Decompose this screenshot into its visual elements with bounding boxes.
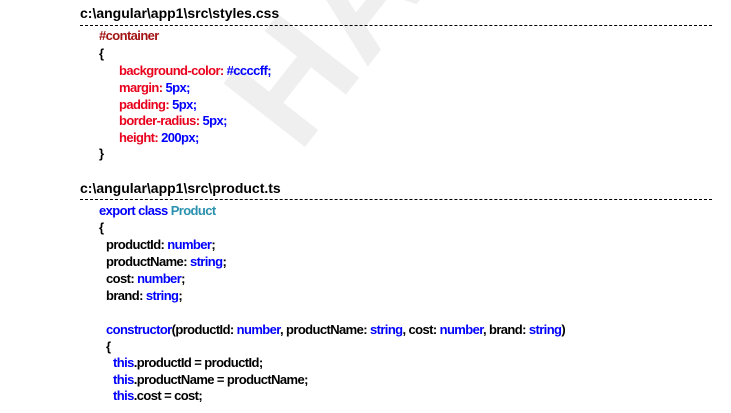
code-line: this.cost = cost; [113, 388, 203, 404]
code-token: , productName: [280, 322, 370, 337]
code-token: 5px; [165, 80, 190, 95]
code-token: padding: [119, 97, 173, 112]
code-line: #container [99, 28, 159, 44]
code-token: } [99, 146, 104, 161]
watermark: HAR [190, 0, 526, 177]
code-token: ; [211, 237, 216, 252]
code-token: { [99, 46, 104, 61]
code-line: productName: string; [106, 254, 227, 270]
code-token: 200px; [161, 130, 199, 145]
code-token: cost: [106, 271, 138, 286]
code-token: string [528, 322, 562, 337]
code-line: brand: string; [106, 288, 183, 304]
code-line: this.productId = productId; [113, 355, 263, 371]
code-token: .cost = cost; [133, 388, 203, 403]
code-token: this [113, 355, 134, 370]
code-token: string [189, 254, 223, 269]
code-line: export class Product [99, 203, 216, 219]
code-token: export class [99, 203, 171, 218]
code-token: height: [119, 130, 162, 145]
code-token: .productId = productId; [133, 355, 263, 370]
code-line: { [99, 220, 104, 236]
code-line: this.productName = productName; [113, 372, 308, 388]
code-token: border-radius: [119, 113, 203, 128]
code-token: string [369, 322, 403, 337]
file-path-heading: c:\angular\app1\src\styles.css [80, 5, 280, 21]
code-token: #container [99, 28, 159, 43]
code-token: Product [170, 203, 217, 218]
code-token: .productName = productName; [133, 372, 309, 387]
code-token: number [137, 271, 182, 286]
divider [80, 25, 712, 26]
code-line: border-radius: 5px; [119, 113, 227, 129]
code-token: #ccccff; [226, 63, 272, 78]
code-line: height: 200px; [119, 130, 199, 146]
code-token: ; [181, 271, 185, 286]
file-path-heading: c:\angular\app1\src\product.ts [80, 180, 281, 196]
divider [80, 199, 712, 200]
code-token: ; [178, 288, 183, 303]
code-token: { [106, 339, 111, 354]
code-line: padding: 5px; [119, 97, 197, 113]
code-line: constructor(productId: number, productNa… [106, 322, 566, 338]
code-token: string [145, 288, 179, 303]
code-token: 5px; [202, 113, 227, 128]
code-token: this [113, 372, 134, 387]
code-token: ) [561, 322, 566, 337]
code-token: productName: [106, 254, 190, 269]
code-token: , brand: [482, 322, 529, 337]
code-token: this [113, 388, 134, 403]
code-line: { [106, 339, 111, 355]
code-line: cost: number; [106, 271, 185, 287]
code-token: brand: [106, 288, 146, 303]
code-token: background-color: [119, 63, 227, 78]
code-token: number [439, 322, 484, 337]
code-token: (productId: [171, 322, 237, 337]
code-line: productId: number; [106, 237, 216, 253]
code-token: number [167, 237, 212, 252]
code-line: } [99, 146, 104, 162]
code-token: 5px; [172, 97, 197, 112]
code-token: , cost: [402, 322, 440, 337]
code-token: ; [222, 254, 227, 269]
code-line: { [99, 46, 104, 62]
code-token: { [99, 220, 104, 235]
code-line: margin: 5px; [119, 80, 190, 96]
code-token: margin: [119, 80, 166, 95]
code-token: number [236, 322, 281, 337]
code-token: constructor [106, 322, 172, 337]
code-token: productId: [106, 237, 168, 252]
code-line: background-color: #ccccff; [119, 63, 272, 79]
